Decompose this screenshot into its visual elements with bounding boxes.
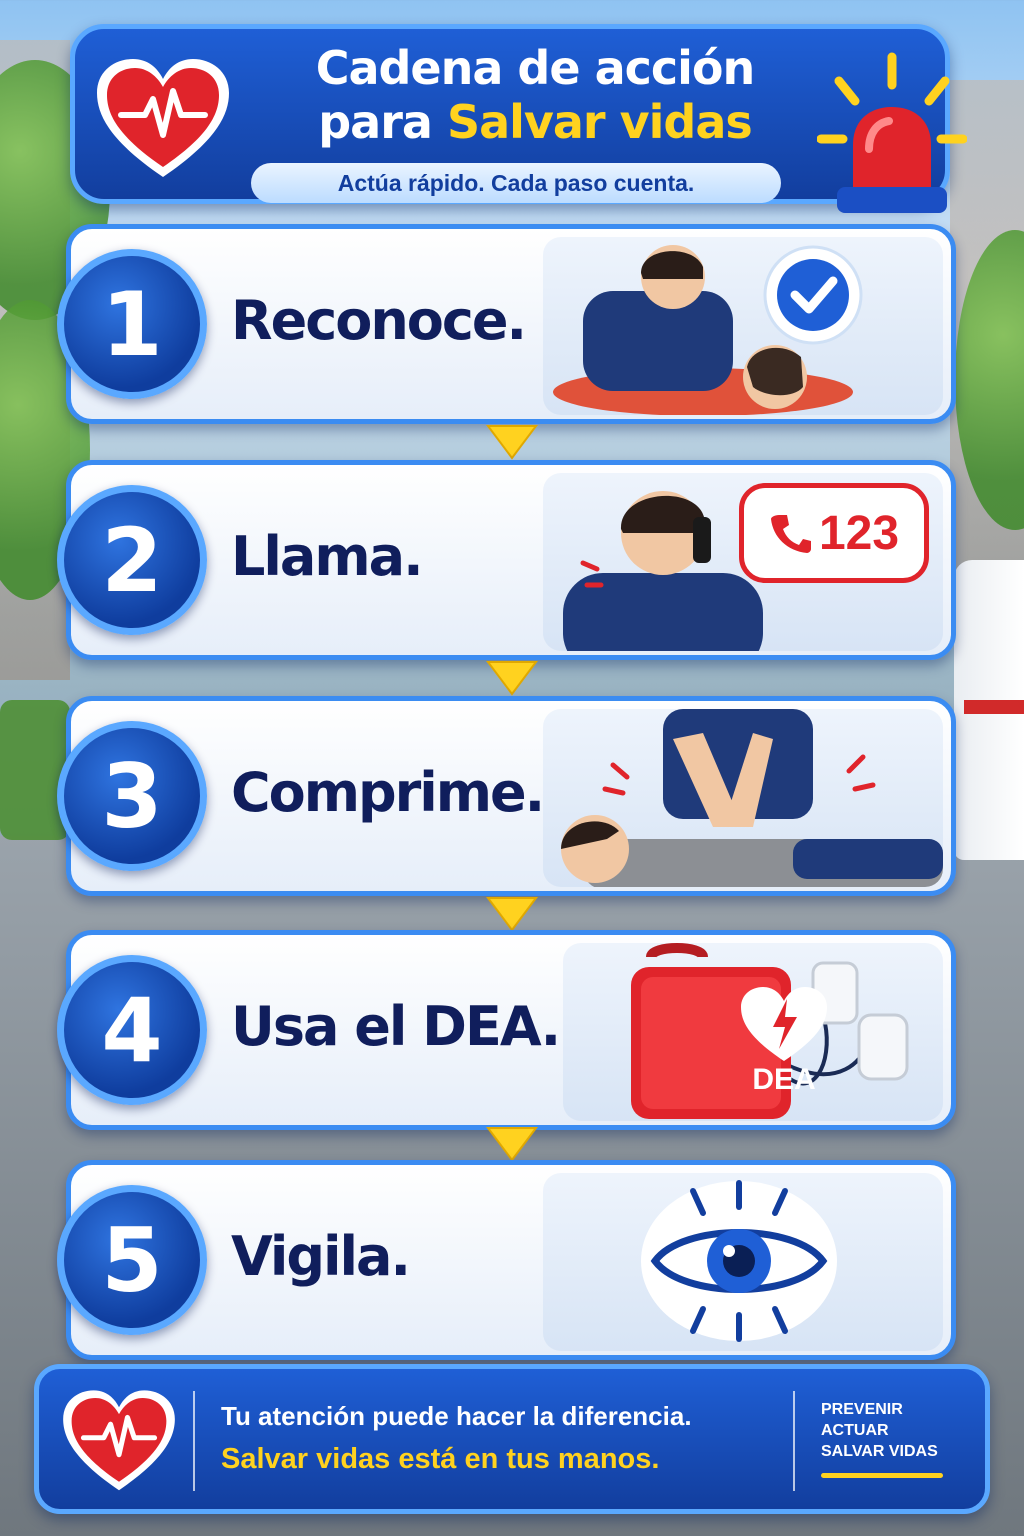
- cpr-illustration: [543, 709, 943, 887]
- step-5-card: 5 Vigila.: [57, 1160, 956, 1360]
- chevron-down-icon: [484, 894, 540, 934]
- defibrillator-icon: [739, 985, 829, 1065]
- tag-actuar: ACTUAR: [821, 1422, 889, 1439]
- step-number-badge: 1: [57, 249, 207, 399]
- step-number-badge: 2: [57, 485, 207, 635]
- step-label: Llama.: [231, 525, 424, 588]
- header-banner: Cadena de acción para Salvar vidas Actúa…: [70, 24, 968, 213]
- step-3-card: 3 Comprime.: [57, 696, 956, 896]
- title-line-2-prefix: para: [318, 95, 447, 149]
- phone-bubble-icon: 123: [739, 483, 929, 583]
- watch-illustration: [543, 1173, 943, 1351]
- ambulance: [954, 560, 1024, 860]
- emergency-number: 123: [818, 506, 900, 560]
- tag-salvar-vidas: SALVAR VIDAS: [821, 1443, 938, 1460]
- heart-pulse-icon: [59, 1387, 179, 1497]
- background-hedge: [0, 700, 70, 840]
- phone-icon: [770, 515, 811, 553]
- subtitle: Actúa rápido. Cada paso cuenta.: [251, 163, 781, 203]
- step-label: Reconoce.: [231, 289, 527, 352]
- step-4-card: 4 Usa el DEA. DEA: [57, 930, 956, 1130]
- divider: [793, 1391, 795, 1491]
- aed-label: DEA: [752, 1063, 816, 1096]
- recognize-illustration: [543, 237, 943, 415]
- step-label: Comprime.: [231, 761, 545, 824]
- step-number-badge: 4: [57, 955, 207, 1105]
- step-number-badge: 3: [57, 721, 207, 871]
- step-number-badge: 5: [57, 1185, 207, 1335]
- step-label: Usa el DEA.: [231, 995, 561, 1058]
- divider: [193, 1391, 195, 1491]
- footer-message: Tu atención puede hacer la diferencia.: [221, 1401, 692, 1431]
- step-1-card: 1 Reconoce.: [57, 224, 956, 424]
- step-label: Vigila.: [231, 1225, 411, 1288]
- footer-tags: PREVENIR ACTUAR SALVAR VIDAS: [821, 1399, 938, 1462]
- title-line-2: para Salvar vidas: [275, 95, 795, 149]
- chevron-down-icon: [484, 1124, 540, 1164]
- footer-banner: Tu atención puede hacer la diferencia. S…: [34, 1364, 990, 1514]
- siren-icon: [816, 49, 968, 224]
- title-line-1: Cadena de acción: [315, 41, 756, 95]
- accent-underline: [821, 1473, 943, 1478]
- step-2-card: 2 Llama. 123: [57, 460, 956, 660]
- tag-prevenir: PREVENIR: [821, 1401, 903, 1418]
- page-title: Cadena de acción para Salvar vidas: [275, 41, 795, 149]
- heart-pulse-icon: [93, 55, 233, 185]
- chevron-down-icon: [484, 422, 540, 462]
- footer-slogan: Salvar vidas está en tus manos.: [221, 1443, 660, 1475]
- chevron-down-icon: [484, 658, 540, 698]
- title-highlight: Salvar vidas: [446, 95, 753, 149]
